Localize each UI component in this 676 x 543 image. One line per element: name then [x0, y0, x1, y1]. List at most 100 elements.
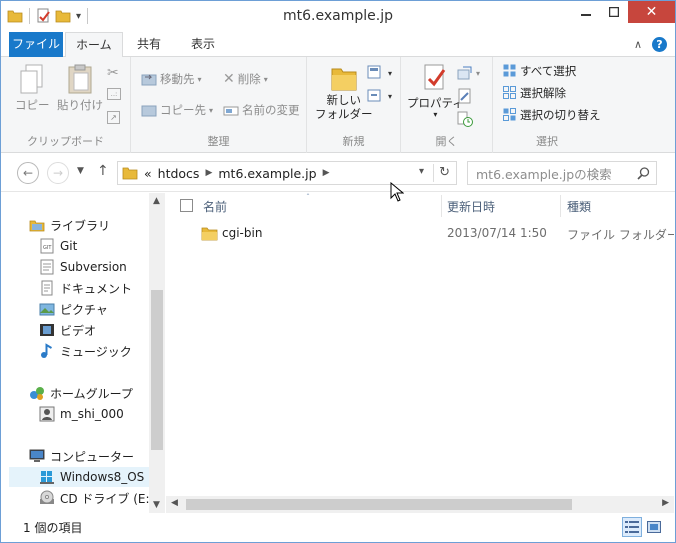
close-icon: ✕: [645, 4, 658, 20]
breadcrumb-chevron-icon[interactable]: ▶: [205, 168, 212, 178]
item-count: 1 個の項目: [23, 521, 83, 535]
select-none-button[interactable]: 選択解除: [503, 85, 566, 101]
status-bar: 1 個の項目: [1, 514, 675, 542]
library-icon: [29, 220, 45, 232]
paste-button[interactable]: 貼り付け: [57, 63, 103, 113]
new-folder-icon: [331, 68, 357, 91]
folder-icon: [122, 167, 138, 180]
paste-shortcut-icon: ↗: [107, 111, 120, 124]
nav-computer[interactable]: コンピューター: [29, 446, 134, 466]
paste-icon: [68, 64, 92, 94]
music-icon: [41, 343, 53, 358]
explorer-window: ▾ mt6.example.jp ✕ ファイル ホーム 共有 表示 ∧ ? コピ…: [0, 0, 676, 543]
copy-button[interactable]: コピー: [15, 63, 50, 113]
recent-locations-button[interactable]: ▼: [77, 166, 84, 176]
maximize-icon: [609, 7, 619, 17]
nav-drive-windows8[interactable]: Windows8_OS (: [9, 467, 157, 487]
copy-path-button[interactable]: ..:: [107, 88, 121, 100]
open-button[interactable]: ▾: [457, 65, 480, 81]
large-icons-view-button[interactable]: [644, 517, 664, 537]
nav-item-git[interactable]: GIT Git: [39, 236, 77, 256]
nav-item-documents[interactable]: ドキュメント: [39, 278, 132, 298]
new-item-button[interactable]: ▾: [367, 65, 392, 81]
address-bar[interactable]: « htdocs ▶ mt6.example.jp ▶ ▾ ↻: [117, 161, 457, 185]
breadcrumb-current[interactable]: mt6.example.jp: [218, 166, 316, 181]
file-list: ˆ 名前 更新日時 種類 cgi-bin 2013/07/14 1:50 ファイ…: [166, 193, 674, 513]
large-icons-view-icon: [647, 521, 661, 533]
history-icon: [457, 111, 473, 127]
rename-icon: [223, 106, 239, 116]
nav-item-subversion[interactable]: Subversion: [39, 257, 127, 277]
move-to-icon: [141, 74, 157, 86]
details-view-button[interactable]: [622, 517, 642, 537]
move-to-button[interactable]: 移動先 ▾: [141, 71, 202, 87]
maximize-button[interactable]: [600, 1, 628, 23]
nav-library[interactable]: ライブラリ: [29, 215, 110, 235]
select-all-checkbox[interactable]: [180, 199, 193, 212]
minimize-icon: [581, 14, 591, 16]
tab-share[interactable]: 共有: [127, 32, 171, 57]
cut-button[interactable]: ✂: [107, 65, 119, 81]
tab-view[interactable]: 表示: [181, 32, 225, 57]
arrow-right-icon: →: [52, 166, 64, 180]
column-header-type[interactable]: 種類: [567, 193, 667, 219]
scroll-down-icon[interactable]: ▼: [153, 500, 160, 510]
refresh-icon[interactable]: ↻: [439, 165, 450, 180]
rename-button[interactable]: 名前の変更: [223, 102, 300, 118]
nav-item-music[interactable]: ミュージック: [39, 341, 132, 361]
new-item-icon: [367, 65, 381, 79]
nav-scroll-thumb[interactable]: [151, 290, 163, 450]
search-icon[interactable]: [637, 167, 650, 180]
help-icon[interactable]: ?: [652, 37, 667, 52]
nav-scrollbar[interactable]: ▲ ▼: [149, 193, 165, 513]
select-all-button[interactable]: すべて選択: [503, 63, 576, 79]
subversion-library-icon: [40, 259, 54, 275]
edit-button[interactable]: [457, 88, 473, 104]
ribbon-tabs: ファイル ホーム 共有 表示 ∧ ?: [1, 32, 675, 58]
file-type: ファイル フォルダー: [567, 228, 674, 242]
properties-button[interactable]: プロパティ ▾: [407, 63, 464, 119]
scroll-up-icon[interactable]: ▲: [153, 196, 160, 206]
address-dropdown-icon[interactable]: ▾: [419, 166, 424, 177]
search-input[interactable]: mt6.example.jpの検索: [467, 161, 657, 185]
organize-group: 移動先 ▾ ✕ 削除 ▾ コピー先 ▾ 名前の変更 整理: [131, 57, 307, 153]
breadcrumb-overflow[interactable]: «: [144, 166, 152, 181]
nav-item-pictures[interactable]: ピクチャ: [39, 299, 108, 319]
organize-group-label: 整理: [207, 135, 230, 148]
select-group: すべて選択 選択解除 選択の切り替え 選択: [493, 57, 601, 153]
new-folder-button[interactable]: 新しい フォルダー: [315, 63, 373, 121]
properties-icon: [424, 64, 446, 90]
nav-drive-cd[interactable]: CD ドライブ (E:) I: [39, 488, 162, 508]
tab-file[interactable]: ファイル: [9, 32, 63, 57]
forward-button[interactable]: →: [47, 162, 69, 184]
horizontal-scroll-thumb[interactable]: [186, 499, 572, 510]
horizontal-scrollbar[interactable]: ◀ ▶: [166, 496, 674, 513]
open-group: プロパティ ▾ ▾ 開く: [401, 57, 493, 153]
scroll-left-icon[interactable]: ◀: [171, 498, 178, 508]
homegroup-icon: [30, 387, 44, 400]
clipboard-group: コピー 貼り付け ✂ ..: ↗ クリップボード: [1, 57, 131, 153]
invert-selection-icon: [503, 108, 516, 121]
easy-access-button[interactable]: ▾: [367, 88, 392, 104]
invert-selection-button[interactable]: 選択の切り替え: [503, 107, 601, 123]
minimize-button[interactable]: [572, 1, 600, 23]
nav-item-videos[interactable]: ビデオ: [39, 320, 96, 340]
up-button[interactable]: ↑: [97, 163, 109, 179]
close-button[interactable]: ✕: [628, 1, 675, 23]
scroll-right-icon[interactable]: ▶: [662, 498, 669, 508]
copy-to-button[interactable]: コピー先 ▾: [141, 102, 213, 118]
column-header-modified[interactable]: 更新日時: [447, 193, 559, 219]
nav-homegroup-user[interactable]: m_shi_000: [39, 404, 124, 424]
file-row[interactable]: cgi-bin 2013/07/14 1:50 ファイル フォルダー: [166, 223, 674, 245]
select-none-icon: [503, 86, 516, 99]
collapse-ribbon-icon[interactable]: ∧: [634, 38, 642, 51]
tab-home[interactable]: ホーム: [65, 32, 123, 58]
back-button[interactable]: ←: [17, 162, 39, 184]
breadcrumb-chevron-icon[interactable]: ▶: [323, 168, 330, 178]
history-button[interactable]: [457, 111, 473, 127]
delete-button[interactable]: ✕ 削除 ▾: [223, 71, 268, 87]
nav-homegroup[interactable]: ホームグループ: [29, 383, 133, 403]
paste-shortcut-button[interactable]: ↗: [107, 111, 120, 124]
window-controls: ✕: [572, 1, 675, 23]
breadcrumb-htdocs[interactable]: htdocs: [158, 166, 200, 181]
